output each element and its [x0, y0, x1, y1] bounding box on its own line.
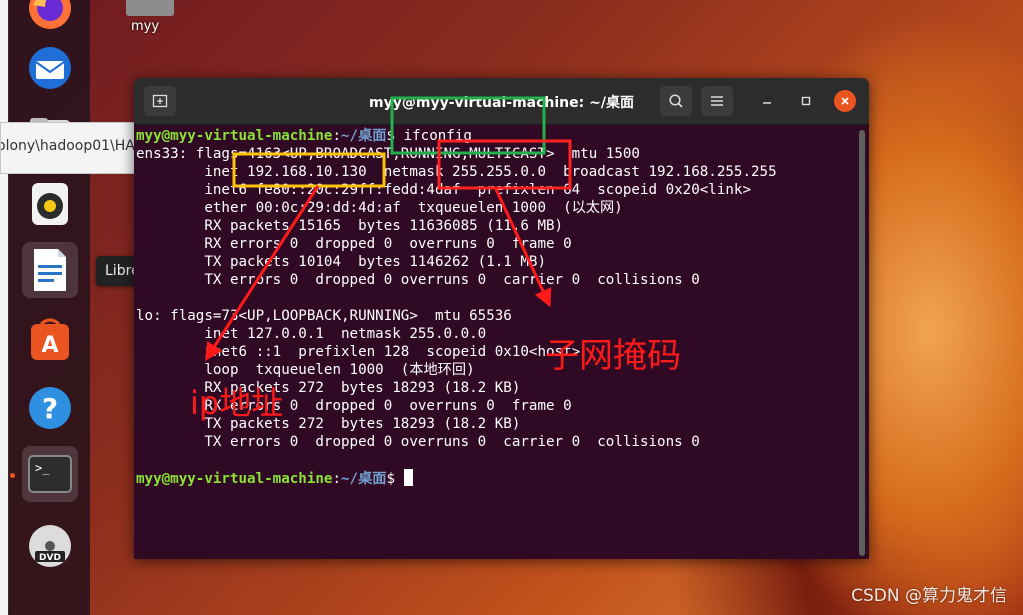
prompt-user: myy@myy-virtual-machine	[136, 128, 333, 144]
output-line: ether 00:0c:29:dd:4d:af txqueuelen 1000 …	[136, 200, 623, 216]
terminal-titlebar[interactable]: myy@myy-virtual-machine: ~/桌面	[134, 78, 869, 125]
running-indicator	[10, 473, 15, 478]
search-icon	[669, 94, 683, 108]
svg-text:>_: >_	[35, 461, 50, 475]
close-icon	[841, 97, 849, 105]
dock: A ? >_ DVD	[8, 0, 90, 615]
prompt-path: ~/桌面	[341, 128, 387, 144]
thunderbird-icon[interactable]	[22, 40, 78, 96]
output-line: RX packets 15165 bytes 11636085 (11.6 MB…	[136, 218, 564, 234]
maximize-button[interactable]	[795, 90, 817, 112]
rhythmbox-icon[interactable]	[22, 176, 78, 232]
current-prompt-line: myy@myy-virtual-machine:~/桌面$	[136, 469, 856, 487]
prompt-path: ~/桌面	[341, 471, 387, 487]
watermark: CSDN @算力鬼才信	[851, 586, 1007, 606]
software-center-icon[interactable]: A	[22, 312, 78, 368]
desktop-icon-label: myy	[131, 19, 160, 34]
netmask-annotation: 子网掩码	[545, 336, 681, 376]
ip-address-annotation: ip地址	[190, 384, 284, 422]
search-button[interactable]	[660, 86, 692, 116]
output-line: inet6 fe80::20c:29ff:fedd:4daf prefixlen…	[136, 182, 751, 198]
svg-text:A: A	[41, 333, 58, 358]
output-line: inet 192.168.10.130 netmask 255.255.0.0 …	[136, 164, 777, 180]
output-line: TX errors 0 dropped 0 overruns 0 carrier…	[136, 434, 700, 450]
prompt-user: myy@myy-virtual-machine	[136, 471, 333, 487]
terminal-output[interactable]: myy@myy-virtual-machine:~/桌面$ ifconfig e…	[136, 127, 856, 557]
output-line: lo: flags=73<UP,LOOPBACK,RUNNING> mtu 65…	[136, 308, 512, 324]
terminal-scrollbar[interactable]	[859, 130, 865, 556]
menu-button[interactable]	[701, 86, 733, 116]
minimize-icon	[763, 102, 771, 104]
terminal-icon[interactable]: >_	[22, 446, 78, 502]
output-line: RX errors 0 dropped 0 overruns 0 frame 0	[136, 236, 572, 252]
svg-text:DVD: DVD	[39, 553, 61, 563]
output-line: loop txqueuelen 1000 (本地环回)	[136, 362, 475, 378]
minimize-button[interactable]	[756, 90, 778, 112]
terminal-window[interactable]: myy@myy-virtual-machine: ~/桌面 myy@myy-vi…	[134, 78, 869, 559]
dvd-icon[interactable]: DVD	[22, 518, 78, 574]
output-line: inet 127.0.0.1 netmask 255.0.0.0	[136, 326, 487, 342]
output-line: TX packets 10104 bytes 1146262 (1.1 MB)	[136, 254, 546, 270]
libreoffice-writer-icon[interactable]	[22, 242, 78, 298]
command-text: ifconfig	[403, 128, 472, 144]
output-line: TX errors 0 dropped 0 overruns 0 carrier…	[136, 272, 700, 288]
output-line: inet6 ::1 prefixlen 128 scopeid 0x10<hos…	[136, 344, 581, 360]
close-button[interactable]	[834, 90, 856, 112]
help-icon[interactable]: ?	[22, 380, 78, 436]
home-folder-icon[interactable]	[126, 0, 174, 16]
firefox-icon[interactable]	[22, 0, 78, 36]
maximize-icon	[801, 96, 811, 106]
hamburger-menu-icon	[711, 96, 723, 106]
command-line: myy@myy-virtual-machine:~/桌面$ ifconfig	[136, 128, 472, 144]
svg-text:?: ?	[42, 392, 58, 425]
output-line: ens33: flags=4163<UP,BROADCAST,RUNNING,M…	[136, 146, 640, 162]
text-cursor	[403, 469, 413, 486]
